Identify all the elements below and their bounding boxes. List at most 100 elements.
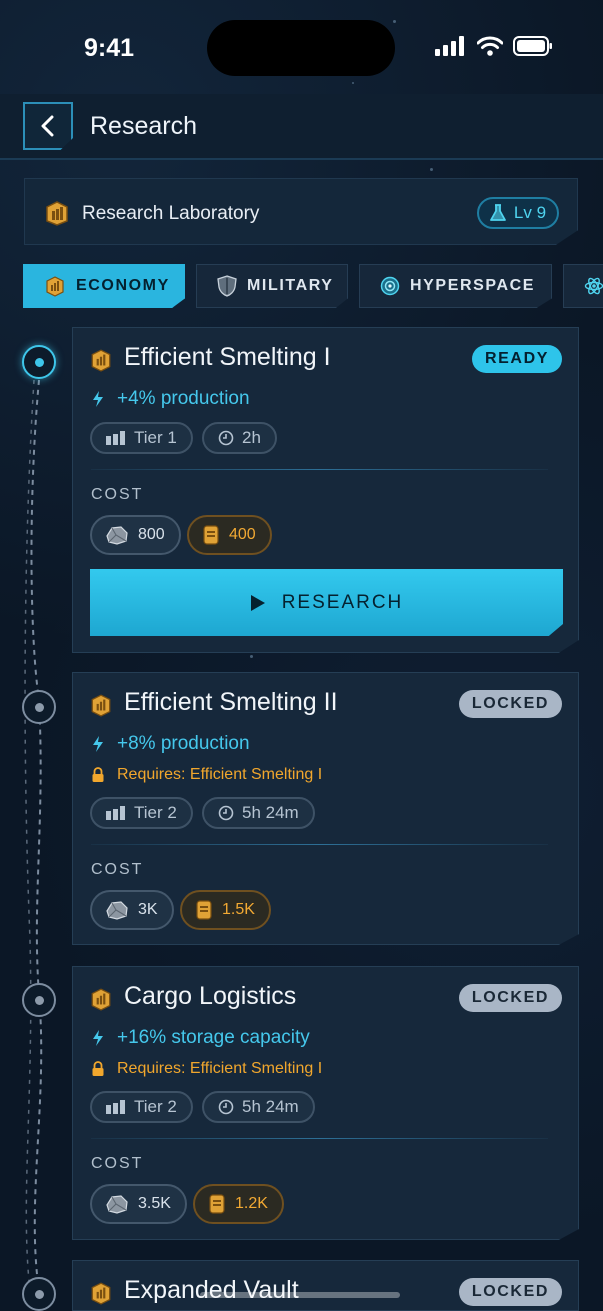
status-icons	[435, 36, 553, 56]
status-badge: LOCKED	[458, 984, 562, 1012]
gold-bar-icon	[209, 1194, 225, 1214]
effect-text: +16% storage capacity	[117, 1027, 310, 1048]
requirement: Requires: Efficient Smelting I	[91, 1060, 322, 1078]
tier-bars-icon	[106, 431, 125, 445]
research-button[interactable]: RESEARCH	[90, 569, 563, 636]
economy-icon	[91, 988, 111, 1011]
chevron-left-icon	[41, 115, 54, 137]
research-title: Efficient Smelting I	[124, 343, 331, 371]
nav-header: Research	[0, 94, 603, 160]
category-tabs: ECONOMY MILITARY HYPERSPACE	[23, 264, 603, 310]
time-pill: 2h	[202, 422, 277, 454]
gold-cost-pill: 1.2K	[193, 1184, 284, 1224]
requirement-text: Requires: Efficient Smelting I	[117, 1060, 323, 1077]
research-card[interactable]: Efficient Smelting II LOCKED +8% product…	[72, 672, 579, 945]
tab-label: HYPERSPACE	[410, 277, 536, 294]
back-button[interactable]	[23, 102, 73, 150]
research-effect: +4% production	[91, 388, 250, 410]
research-card[interactable]: Cargo Logistics LOCKED +16% storage capa…	[72, 966, 579, 1240]
wifi-icon	[477, 36, 503, 56]
star	[250, 655, 253, 658]
status-bar: 9:41	[0, 0, 603, 94]
timeline-node	[22, 983, 56, 1017]
tier-label: Tier 1	[134, 428, 177, 447]
time-label: 5h 24m	[242, 1097, 299, 1116]
timeline-track	[24, 379, 43, 1292]
economy-icon	[91, 349, 111, 372]
ore-cost-pill: 3K	[90, 890, 174, 930]
effect-text: +4% production	[117, 388, 250, 409]
bolt-icon	[93, 736, 103, 752]
flask-icon	[490, 204, 506, 221]
clock-icon	[218, 805, 234, 821]
tier-pill: Tier 2	[90, 1091, 193, 1123]
lock-icon	[92, 1061, 104, 1076]
clock-icon	[218, 1099, 234, 1115]
research-title: Expanded Vault	[124, 1276, 299, 1304]
signal-icon	[435, 36, 464, 56]
research-card[interactable]: Expanded Vault LOCKED	[72, 1260, 579, 1311]
tab-military[interactable]: MILITARY	[196, 264, 348, 308]
status-time: 9:41	[84, 34, 135, 62]
gold-cost-pill: 400	[187, 515, 272, 555]
research-effect: +16% storage capacity	[91, 1027, 310, 1049]
tier-bars-icon	[106, 1100, 125, 1114]
ore-amount: 3.5K	[138, 1195, 171, 1212]
requirement: Requires: Efficient Smelting I	[91, 766, 322, 784]
ore-amount: 3K	[138, 901, 158, 918]
status-badge: LOCKED	[458, 690, 562, 718]
tier-label: Tier 2	[134, 1097, 177, 1116]
gold-amount: 400	[229, 526, 256, 543]
tab-economy[interactable]: ECONOMY	[23, 264, 185, 308]
gold-bar-icon	[196, 900, 212, 920]
tab-science[interactable]	[563, 264, 603, 308]
dynamic-island	[207, 20, 395, 76]
cost-label: COST	[91, 1155, 144, 1172]
lock-icon	[92, 767, 104, 782]
star	[430, 168, 433, 171]
clock-icon	[218, 430, 234, 446]
ore-cost-pill: 800	[90, 515, 181, 555]
economy-icon	[46, 276, 64, 297]
requirement-text: Requires: Efficient Smelting I	[117, 766, 323, 783]
research-card[interactable]: Efficient Smelting I READY +4% productio…	[72, 327, 579, 653]
play-icon	[250, 594, 265, 611]
ore-cost-pill: 3.5K	[90, 1184, 187, 1224]
research-building-icon	[46, 201, 68, 226]
shield-icon	[217, 275, 237, 297]
research-title: Efficient Smelting II	[124, 688, 338, 716]
tab-hyperspace[interactable]: HYPERSPACE	[359, 264, 552, 308]
page-title: Research	[90, 112, 197, 140]
time-pill: 5h 24m	[202, 797, 315, 829]
time-pill: 5h 24m	[202, 1091, 315, 1123]
battery-icon	[513, 36, 552, 56]
cost-label: COST	[91, 861, 144, 878]
timeline-node-active	[22, 345, 56, 379]
ore-icon	[106, 526, 128, 545]
tier-pill: Tier 2	[90, 797, 193, 829]
tier-label: Tier 2	[134, 803, 177, 822]
gold-amount: 1.2K	[235, 1195, 268, 1212]
time-label: 5h 24m	[242, 803, 299, 822]
lab-title: Research Laboratory	[82, 203, 260, 224]
lab-info-bar: Research Laboratory Lv 9	[24, 178, 578, 245]
tier-pill: Tier 1	[90, 422, 193, 454]
ore-icon	[106, 1195, 128, 1214]
ore-amount: 800	[138, 526, 165, 543]
bolt-icon	[93, 391, 103, 407]
gold-amount: 1.5K	[222, 901, 255, 918]
divider	[91, 469, 548, 470]
time-label: 2h	[242, 428, 261, 447]
level-badge: Lv 9	[477, 197, 559, 229]
effect-text: +8% production	[117, 733, 250, 754]
ore-icon	[106, 901, 128, 920]
portal-icon	[380, 276, 400, 296]
gold-bar-icon	[203, 525, 219, 545]
status-badge: LOCKED	[458, 1278, 562, 1306]
atom-icon	[584, 277, 603, 295]
level-label: Lv 9	[513, 203, 547, 222]
research-button-label: RESEARCH	[281, 591, 404, 613]
home-indicator[interactable]	[200, 1292, 400, 1298]
tier-bars-icon	[106, 806, 125, 820]
economy-icon	[91, 1282, 111, 1305]
